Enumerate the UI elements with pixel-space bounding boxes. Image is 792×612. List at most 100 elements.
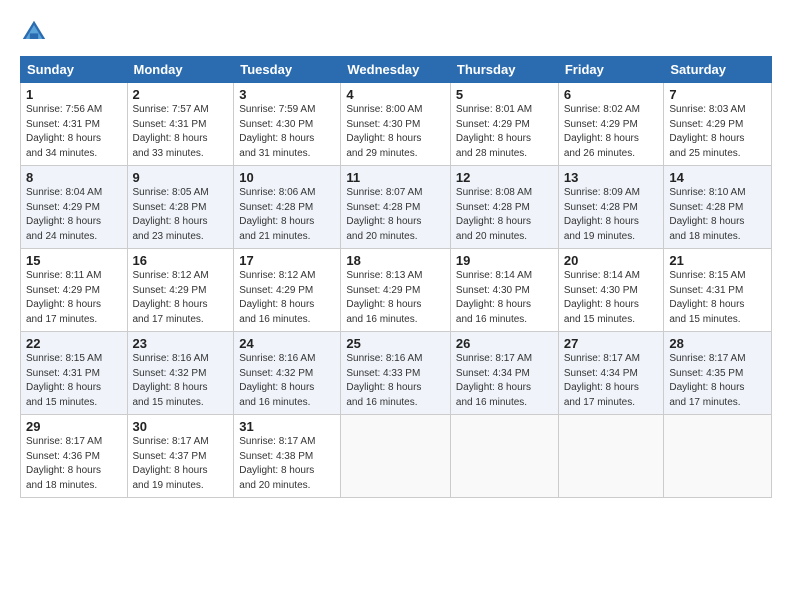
day-info: Sunrise: 8:08 AM Sunset: 4:28 PM Dayligh… [456, 186, 553, 244]
day-info: Sunrise: 8:17 AM Sunset: 4:34 PM Dayligh… [456, 352, 553, 410]
day-info: Sunrise: 7:59 AM Sunset: 4:30 PM Dayligh… [239, 103, 335, 161]
calendar-cell: 16Sunrise: 8:12 AM Sunset: 4:29 PM Dayli… [127, 249, 234, 332]
day-info: Sunrise: 8:15 AM Sunset: 4:31 PM Dayligh… [669, 269, 766, 327]
calendar-cell: 30Sunrise: 8:17 AM Sunset: 4:37 PM Dayli… [127, 415, 234, 498]
calendar-cell: 20Sunrise: 8:14 AM Sunset: 4:30 PM Dayli… [558, 249, 664, 332]
calendar-cell: 25Sunrise: 8:16 AM Sunset: 4:33 PM Dayli… [341, 332, 451, 415]
calendar-day-header: Friday [558, 57, 664, 83]
day-info: Sunrise: 7:56 AM Sunset: 4:31 PM Dayligh… [26, 103, 122, 161]
day-info: Sunrise: 8:06 AM Sunset: 4:28 PM Dayligh… [239, 186, 335, 244]
day-info: Sunrise: 8:15 AM Sunset: 4:31 PM Dayligh… [26, 352, 122, 410]
calendar-cell [341, 415, 451, 498]
day-number: 16 [133, 253, 229, 268]
day-number: 29 [26, 419, 122, 434]
calendar-cell: 28Sunrise: 8:17 AM Sunset: 4:35 PM Dayli… [664, 332, 772, 415]
day-number: 15 [26, 253, 122, 268]
day-number: 6 [564, 87, 659, 102]
day-number: 21 [669, 253, 766, 268]
calendar-cell: 6Sunrise: 8:02 AM Sunset: 4:29 PM Daylig… [558, 83, 664, 166]
calendar-cell: 4Sunrise: 8:00 AM Sunset: 4:30 PM Daylig… [341, 83, 451, 166]
calendar-cell: 24Sunrise: 8:16 AM Sunset: 4:32 PM Dayli… [234, 332, 341, 415]
calendar-cell: 1Sunrise: 7:56 AM Sunset: 4:31 PM Daylig… [21, 83, 128, 166]
day-number: 14 [669, 170, 766, 185]
calendar-cell: 18Sunrise: 8:13 AM Sunset: 4:29 PM Dayli… [341, 249, 451, 332]
calendar-week-row: 8Sunrise: 8:04 AM Sunset: 4:29 PM Daylig… [21, 166, 772, 249]
calendar-day-header: Monday [127, 57, 234, 83]
calendar-cell: 29Sunrise: 8:17 AM Sunset: 4:36 PM Dayli… [21, 415, 128, 498]
calendar-week-row: 15Sunrise: 8:11 AM Sunset: 4:29 PM Dayli… [21, 249, 772, 332]
day-info: Sunrise: 8:09 AM Sunset: 4:28 PM Dayligh… [564, 186, 659, 244]
calendar-cell: 21Sunrise: 8:15 AM Sunset: 4:31 PM Dayli… [664, 249, 772, 332]
day-info: Sunrise: 8:17 AM Sunset: 4:38 PM Dayligh… [239, 435, 335, 493]
day-info: Sunrise: 8:05 AM Sunset: 4:28 PM Dayligh… [133, 186, 229, 244]
day-number: 7 [669, 87, 766, 102]
day-number: 18 [346, 253, 445, 268]
calendar-cell: 9Sunrise: 8:05 AM Sunset: 4:28 PM Daylig… [127, 166, 234, 249]
calendar-cell: 23Sunrise: 8:16 AM Sunset: 4:32 PM Dayli… [127, 332, 234, 415]
calendar-cell: 13Sunrise: 8:09 AM Sunset: 4:28 PM Dayli… [558, 166, 664, 249]
calendar-cell: 3Sunrise: 7:59 AM Sunset: 4:30 PM Daylig… [234, 83, 341, 166]
day-number: 24 [239, 336, 335, 351]
day-number: 26 [456, 336, 553, 351]
day-number: 28 [669, 336, 766, 351]
calendar-cell: 26Sunrise: 8:17 AM Sunset: 4:34 PM Dayli… [450, 332, 558, 415]
day-info: Sunrise: 8:11 AM Sunset: 4:29 PM Dayligh… [26, 269, 122, 327]
day-number: 3 [239, 87, 335, 102]
calendar-cell [558, 415, 664, 498]
day-info: Sunrise: 8:17 AM Sunset: 4:37 PM Dayligh… [133, 435, 229, 493]
day-info: Sunrise: 8:12 AM Sunset: 4:29 PM Dayligh… [239, 269, 335, 327]
logo [20, 18, 52, 46]
calendar-cell: 22Sunrise: 8:15 AM Sunset: 4:31 PM Dayli… [21, 332, 128, 415]
day-info: Sunrise: 8:16 AM Sunset: 4:32 PM Dayligh… [239, 352, 335, 410]
day-info: Sunrise: 8:13 AM Sunset: 4:29 PM Dayligh… [346, 269, 445, 327]
day-number: 4 [346, 87, 445, 102]
page: SundayMondayTuesdayWednesdayThursdayFrid… [0, 0, 792, 612]
calendar-cell: 8Sunrise: 8:04 AM Sunset: 4:29 PM Daylig… [21, 166, 128, 249]
day-number: 17 [239, 253, 335, 268]
day-number: 1 [26, 87, 122, 102]
day-info: Sunrise: 8:16 AM Sunset: 4:33 PM Dayligh… [346, 352, 445, 410]
day-number: 8 [26, 170, 122, 185]
day-number: 10 [239, 170, 335, 185]
day-info: Sunrise: 7:57 AM Sunset: 4:31 PM Dayligh… [133, 103, 229, 161]
calendar: SundayMondayTuesdayWednesdayThursdayFrid… [20, 56, 772, 498]
day-info: Sunrise: 8:17 AM Sunset: 4:35 PM Dayligh… [669, 352, 766, 410]
logo-icon [20, 18, 48, 46]
day-number: 25 [346, 336, 445, 351]
day-number: 30 [133, 419, 229, 434]
day-info: Sunrise: 8:16 AM Sunset: 4:32 PM Dayligh… [133, 352, 229, 410]
calendar-cell: 17Sunrise: 8:12 AM Sunset: 4:29 PM Dayli… [234, 249, 341, 332]
calendar-cell: 5Sunrise: 8:01 AM Sunset: 4:29 PM Daylig… [450, 83, 558, 166]
calendar-day-header: Saturday [664, 57, 772, 83]
calendar-cell: 12Sunrise: 8:08 AM Sunset: 4:28 PM Dayli… [450, 166, 558, 249]
day-number: 19 [456, 253, 553, 268]
calendar-cell [664, 415, 772, 498]
calendar-cell: 19Sunrise: 8:14 AM Sunset: 4:30 PM Dayli… [450, 249, 558, 332]
calendar-week-row: 29Sunrise: 8:17 AM Sunset: 4:36 PM Dayli… [21, 415, 772, 498]
calendar-cell: 31Sunrise: 8:17 AM Sunset: 4:38 PM Dayli… [234, 415, 341, 498]
calendar-week-row: 1Sunrise: 7:56 AM Sunset: 4:31 PM Daylig… [21, 83, 772, 166]
day-number: 13 [564, 170, 659, 185]
calendar-cell: 11Sunrise: 8:07 AM Sunset: 4:28 PM Dayli… [341, 166, 451, 249]
day-number: 11 [346, 170, 445, 185]
day-number: 9 [133, 170, 229, 185]
calendar-day-header: Wednesday [341, 57, 451, 83]
day-info: Sunrise: 8:00 AM Sunset: 4:30 PM Dayligh… [346, 103, 445, 161]
day-number: 22 [26, 336, 122, 351]
day-info: Sunrise: 8:12 AM Sunset: 4:29 PM Dayligh… [133, 269, 229, 327]
calendar-cell: 27Sunrise: 8:17 AM Sunset: 4:34 PM Dayli… [558, 332, 664, 415]
day-info: Sunrise: 8:04 AM Sunset: 4:29 PM Dayligh… [26, 186, 122, 244]
day-info: Sunrise: 8:10 AM Sunset: 4:28 PM Dayligh… [669, 186, 766, 244]
calendar-cell: 10Sunrise: 8:06 AM Sunset: 4:28 PM Dayli… [234, 166, 341, 249]
header [20, 18, 772, 46]
calendar-day-header: Tuesday [234, 57, 341, 83]
calendar-cell: 15Sunrise: 8:11 AM Sunset: 4:29 PM Dayli… [21, 249, 128, 332]
calendar-day-header: Thursday [450, 57, 558, 83]
day-info: Sunrise: 8:14 AM Sunset: 4:30 PM Dayligh… [456, 269, 553, 327]
day-number: 27 [564, 336, 659, 351]
calendar-header-row: SundayMondayTuesdayWednesdayThursdayFrid… [21, 57, 772, 83]
day-info: Sunrise: 8:01 AM Sunset: 4:29 PM Dayligh… [456, 103, 553, 161]
day-info: Sunrise: 8:14 AM Sunset: 4:30 PM Dayligh… [564, 269, 659, 327]
calendar-cell [450, 415, 558, 498]
day-number: 23 [133, 336, 229, 351]
